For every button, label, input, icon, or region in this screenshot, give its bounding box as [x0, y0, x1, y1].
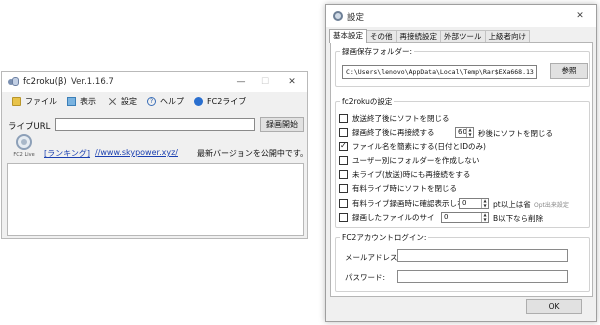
option-reconnect-offline[interactable]: 未ライブ(放送)時にも再接続をする: [339, 169, 470, 180]
email-field[interactable]: [397, 249, 568, 262]
option-label: ファイル名を簡素にする(日付とIDのみ): [352, 142, 486, 151]
checkbox-checked[interactable]: [339, 141, 348, 151]
menu-file-label: ファイル: [25, 97, 57, 106]
record-start-button[interactable]: 録画開始: [260, 117, 304, 132]
menu-fc2-live-label: FC2ライブ: [207, 97, 247, 106]
checkbox[interactable]: [339, 156, 348, 165]
password-label: パスワード:: [345, 273, 386, 282]
log-area[interactable]: [7, 163, 304, 236]
gear-icon: [333, 11, 343, 21]
save-folder-path-field[interactable]: C:\Users\lenovo\AppData\Local\Temp\Rar$E…: [342, 65, 537, 79]
settings-close-button[interactable]: ✕: [569, 9, 591, 23]
paid-points-suffix: pt以上は省: [493, 200, 531, 209]
email-label: メールアドレス:: [345, 253, 401, 262]
menu-settings[interactable]: 設定: [108, 95, 137, 108]
sponsor-link[interactable]: //www.skypower.xyz/: [95, 148, 178, 157]
menu-file[interactable]: ファイル: [12, 95, 57, 108]
fc2roku-options-title: fc2rokuの設定: [340, 96, 395, 107]
checkbox[interactable]: [339, 114, 348, 123]
fc2-live-logo: FC2 Live: [9, 134, 39, 160]
main-titlebar: fc2roku(β) Ver.1.16.7 — ☐ ✕: [2, 72, 307, 92]
checkbox[interactable]: [339, 128, 348, 137]
option-no-user-folder[interactable]: ユーザー別にフォルダーを作成しない: [339, 155, 479, 166]
menu-view[interactable]: 表示: [67, 95, 96, 108]
maximize-button[interactable]: ☐: [254, 75, 276, 89]
option-label: 未ライブ(放送)時にも再接続をする: [352, 170, 471, 179]
option-delete-small-files[interactable]: 録画したファイルのサイ: [339, 212, 435, 223]
option-label: 録画終了後に再接続する: [352, 128, 435, 137]
app-logo-icon: [8, 77, 19, 88]
checkbox[interactable]: [339, 199, 348, 208]
update-notice: 最新バージョンを公開中です。: [197, 149, 309, 158]
paid-points-stepper[interactable]: 0 ▲ ▼: [459, 198, 489, 209]
option-label: 有料ライブ時にソフトを閉じる: [352, 184, 457, 193]
logo-caption: FC2 Live: [13, 152, 35, 158]
reconnect-seconds-suffix: 秒後にソフトを閉じる: [478, 129, 553, 138]
option-close-after-broadcast[interactable]: 放送終了後にソフトを閉じる: [339, 113, 450, 124]
ranking-link[interactable]: [ランキング]: [44, 148, 90, 159]
menu-bar: ファイル 表示 設定 ? ヘルプ FC2ライブ: [2, 92, 307, 111]
fc2-live-icon: [194, 97, 203, 106]
option-skip-paid-confirm[interactable]: 有料ライブ録画時に確認表示しな: [339, 198, 465, 209]
option-label: ユーザー別にフォルダーを作成しない: [352, 156, 480, 165]
view-icon: [67, 97, 76, 106]
save-folder-title: 録画保存フォルダー:: [340, 46, 415, 57]
stepper-arrows-icon[interactable]: ▲ ▼: [481, 212, 488, 222]
basic-settings-panel: 録画保存フォルダー: C:\Users\lenovo\AppData\Local…: [330, 42, 593, 297]
option-close-on-paid-live[interactable]: 有料ライブ時にソフトを閉じる: [339, 183, 457, 194]
checkbox[interactable]: [339, 213, 348, 222]
settings-titlebar: 設定 ✕: [326, 5, 596, 27]
menu-help[interactable]: ? ヘルプ: [147, 95, 184, 108]
browse-button[interactable]: 参照: [550, 63, 588, 79]
stepper-arrows-icon[interactable]: ▲ ▼: [466, 127, 473, 137]
option-simple-filename[interactable]: ファイル名を簡素にする(日付とIDのみ): [339, 141, 486, 152]
stepper-value: 0: [444, 213, 449, 221]
menu-view-label: 表示: [80, 97, 96, 106]
password-field[interactable]: [397, 270, 568, 283]
tab-basic[interactable]: 基本設定: [329, 29, 367, 43]
minimize-button[interactable]: —: [230, 75, 252, 89]
option-reconnect-after-recording[interactable]: 録画終了後に再接続する: [339, 127, 435, 138]
settings-tabs: 基本設定 その他 再接続設定 外部ツール 上級者向け: [329, 29, 530, 43]
close-button[interactable]: ✕: [281, 75, 303, 89]
folder-icon: [12, 97, 21, 106]
ok-button[interactable]: OK: [526, 299, 582, 314]
help-icon: ?: [147, 97, 156, 106]
stepper-arrows-icon[interactable]: ▲ ▼: [481, 198, 488, 208]
settings-dialog: 設定 ✕ 基本設定 その他 再接続設定 外部ツール 上級者向け 録画保存フォルダ…: [325, 4, 597, 322]
reconnect-seconds-stepper[interactable]: 60 ▲ ▼: [455, 127, 474, 138]
version-label: Ver.1.16.7: [71, 77, 114, 87]
settings-title: 設定: [347, 13, 365, 23]
checkbox[interactable]: [339, 170, 348, 179]
main-window-title: fc2roku(β): [23, 77, 67, 87]
live-url-input[interactable]: [55, 118, 255, 131]
live-url-label: ライブURL: [8, 122, 51, 132]
tools-icon: [108, 97, 117, 106]
fc2-account-title: FC2アカウントログイン:: [340, 232, 429, 243]
menu-settings-label: 設定: [121, 97, 137, 106]
checkbox[interactable]: [339, 184, 348, 193]
file-size-suffix: B以下なら削除: [493, 214, 544, 223]
stepper-value: 0: [462, 199, 467, 207]
menu-help-label: ヘルプ: [160, 97, 184, 106]
main-window: fc2roku(β) Ver.1.16.7 — ☐ ✕ ファイル 表示 設定 ?…: [1, 71, 308, 239]
paid-points-note: Opt出来設定: [534, 202, 569, 209]
option-label: 有料ライブ録画時に確認表示しな: [352, 199, 465, 208]
option-label: 放送終了後にソフトを閉じる: [352, 114, 450, 123]
file-size-stepper[interactable]: 0 ▲ ▼: [441, 212, 489, 223]
fc2-logo-icon: [16, 134, 32, 150]
option-label: 録画したファイルのサイ: [352, 213, 435, 222]
menu-fc2-live[interactable]: FC2ライブ: [194, 95, 246, 108]
fc2-account-group: FC2アカウントログイン:: [335, 232, 590, 292]
